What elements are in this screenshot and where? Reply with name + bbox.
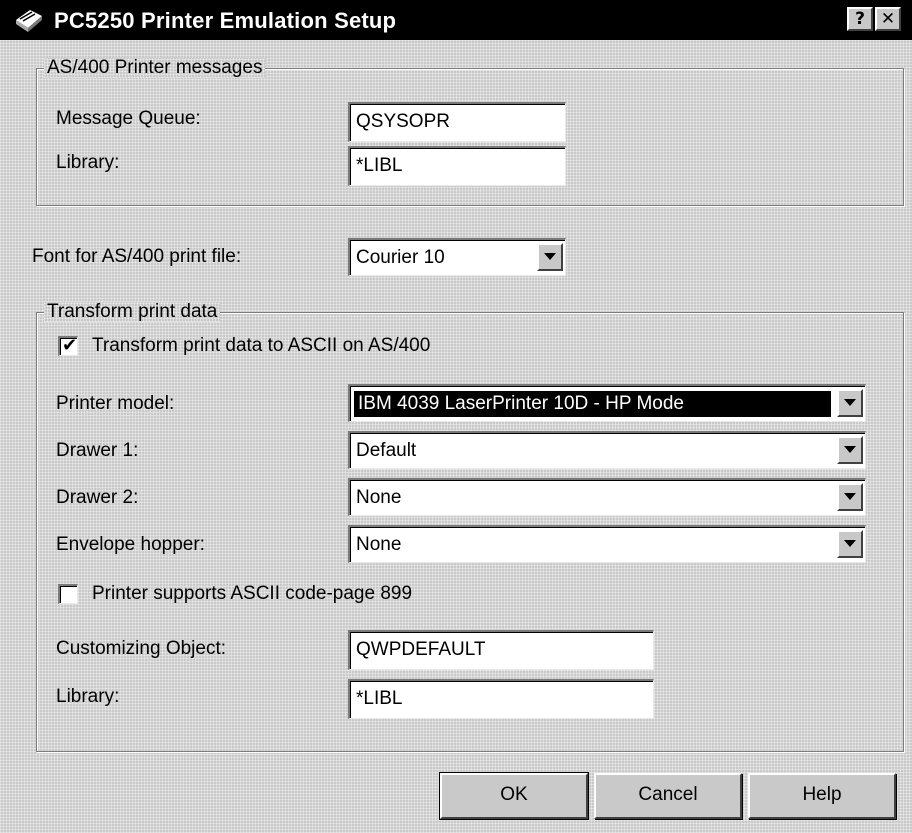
envelope-hopper-select[interactable]: None — [348, 525, 866, 563]
drawer1-value: Default — [356, 440, 417, 461]
chevron-down-icon — [844, 540, 856, 547]
chevron-down-icon — [844, 399, 856, 406]
printer-messages-legend: AS/400 Printer messages — [44, 58, 265, 78]
title-bar[interactable]: PC5250 Printer Emulation Setup ? ✕ — [0, 0, 912, 40]
transform-print-data-legend: Transform print data — [44, 302, 220, 322]
printer-model-dropdown-button[interactable] — [837, 389, 863, 417]
printer-app-icon — [16, 10, 42, 32]
codepage-899-label[interactable]: Printer supports ASCII code-page 899 — [92, 583, 412, 605]
window-title: PC5250 Printer Emulation Setup — [54, 8, 397, 33]
customizing-library-input[interactable]: *LIBL — [348, 679, 654, 719]
customizing-object-label: Customizing Object: — [56, 638, 227, 659]
transform-ascii-checkbox[interactable]: ✔ — [58, 336, 78, 356]
printer-model-value: IBM 4039 LaserPrinter 10D - HP Mode — [354, 391, 831, 417]
font-dropdown-button[interactable] — [537, 243, 563, 271]
close-icon: ✕ — [880, 9, 896, 29]
chevron-down-icon — [844, 493, 856, 500]
close-button[interactable]: ✕ — [875, 7, 901, 31]
envelope-hopper-dropdown-button[interactable] — [837, 530, 863, 558]
font-select-value: Courier 10 — [356, 247, 445, 268]
drawer1-dropdown-button[interactable] — [837, 436, 863, 464]
drawer2-dropdown-button[interactable] — [837, 483, 863, 511]
font-label: Font for AS/400 print file: — [32, 246, 242, 267]
drawer2-select[interactable]: None — [348, 478, 866, 516]
envelope-hopper-value: None — [356, 534, 402, 555]
message-queue-label: Message Queue: — [56, 108, 201, 129]
message-library-input[interactable]: *LIBL — [348, 146, 566, 186]
printer-model-label: Printer model: — [56, 393, 175, 414]
context-help-button[interactable]: ? — [847, 7, 873, 31]
drawer1-label: Drawer 1: — [56, 440, 139, 461]
drawer2-label: Drawer 2: — [56, 487, 139, 508]
customizing-library-label: Library: — [56, 686, 120, 707]
font-select[interactable]: Courier 10 — [348, 238, 566, 276]
help-button[interactable]: Help — [748, 773, 896, 819]
envelope-hopper-label: Envelope hopper: — [56, 534, 205, 555]
chevron-down-icon — [544, 253, 556, 260]
codepage-899-checkbox[interactable] — [58, 584, 78, 604]
chevron-down-icon — [844, 446, 856, 453]
help-question-icon: ? — [855, 9, 865, 29]
checkmark-icon: ✔ — [62, 335, 78, 356]
customizing-object-input[interactable]: QWPDEFAULT — [348, 630, 654, 670]
message-library-label: Library: — [56, 152, 120, 173]
drawer1-select[interactable]: Default — [348, 431, 866, 469]
drawer2-value: None — [356, 487, 402, 508]
transform-ascii-label[interactable]: Transform print data to ASCII on AS/400 — [92, 335, 430, 357]
ok-button[interactable]: OK — [439, 772, 589, 820]
message-queue-input[interactable]: QSYSOPR — [348, 102, 566, 142]
cancel-button[interactable]: Cancel — [594, 773, 742, 819]
printer-model-select[interactable]: IBM 4039 LaserPrinter 10D - HP Mode — [348, 384, 866, 422]
